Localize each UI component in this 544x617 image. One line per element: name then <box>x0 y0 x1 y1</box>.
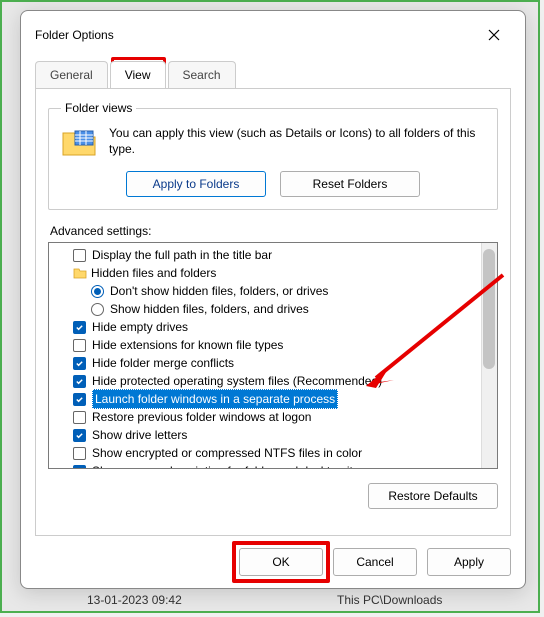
tab-search[interactable]: Search <box>168 61 236 88</box>
scrollbar[interactable] <box>481 243 497 468</box>
close-button[interactable] <box>477 21 511 49</box>
radio-icon <box>91 285 104 298</box>
option-full-path[interactable]: Display the full path in the title bar <box>55 246 475 264</box>
group-hidden-files[interactable]: Hidden files and folders <box>55 264 475 282</box>
option-show-encrypted-color[interactable]: Show encrypted or compressed NTFS files … <box>55 444 475 462</box>
reset-folders-button[interactable]: Reset Folders <box>280 171 420 197</box>
option-dont-show-hidden[interactable]: Don't show hidden files, folders, or dri… <box>55 282 475 300</box>
option-hide-merge-conflicts[interactable]: Hide folder merge conflicts <box>55 354 475 372</box>
folder-views-legend: Folder views <box>61 101 136 115</box>
folder-views-group: Folder views You can apply this view (su… <box>48 101 498 210</box>
status-path: This PC\Downloads <box>337 593 518 607</box>
option-hide-empty-drives[interactable]: Hide empty drives <box>55 318 475 336</box>
checkbox-checked-icon <box>73 357 86 370</box>
checkbox-checked-icon <box>73 375 86 388</box>
radio-icon <box>91 303 104 316</box>
status-date: 13-01-2023 09:42 <box>87 593 337 607</box>
tab-general[interactable]: General <box>35 61 108 88</box>
option-hide-os-files[interactable]: Hide protected operating system files (R… <box>55 372 475 390</box>
option-hide-extensions[interactable]: Hide extensions for known file types <box>55 336 475 354</box>
option-launch-separate-process[interactable]: Launch folder windows in a separate proc… <box>55 390 475 408</box>
checkbox-icon <box>73 447 86 460</box>
option-show-hidden[interactable]: Show hidden files, folders, and drives <box>55 300 475 318</box>
option-show-drive-letters[interactable]: Show drive letters <box>55 426 475 444</box>
folder-options-dialog: Folder Options General View Search Folde… <box>20 10 526 589</box>
apply-to-folders-button[interactable]: Apply to Folders <box>126 171 266 197</box>
checkbox-checked-icon <box>73 465 86 470</box>
option-restore-previous[interactable]: Restore previous folder windows at logon <box>55 408 475 426</box>
close-icon <box>488 29 500 41</box>
advanced-settings-label: Advanced settings: <box>50 224 498 238</box>
cancel-button[interactable]: Cancel <box>333 548 417 576</box>
option-show-popup-description[interactable]: Show pop-up description for folder and d… <box>55 462 475 469</box>
apply-button[interactable]: Apply <box>427 548 511 576</box>
folder-icon <box>61 125 97 161</box>
restore-defaults-button[interactable]: Restore Defaults <box>368 483 498 509</box>
tab-view[interactable]: View <box>110 61 166 88</box>
folder-views-description: You can apply this view (such as Details… <box>109 125 485 157</box>
checkbox-icon <box>73 339 86 352</box>
dialog-title: Folder Options <box>35 28 477 42</box>
checkbox-checked-icon <box>73 393 86 406</box>
checkbox-checked-icon <box>73 429 86 442</box>
folder-icon <box>73 267 87 279</box>
checkbox-icon <box>73 249 86 262</box>
checkbox-icon <box>73 411 86 424</box>
scrollbar-thumb[interactable] <box>483 249 495 369</box>
checkbox-checked-icon <box>73 321 86 334</box>
advanced-settings-tree[interactable]: Display the full path in the title bar H… <box>48 242 498 469</box>
ok-button[interactable]: OK <box>239 548 323 576</box>
tab-panel-view: Folder views You can apply this view (su… <box>35 88 511 536</box>
